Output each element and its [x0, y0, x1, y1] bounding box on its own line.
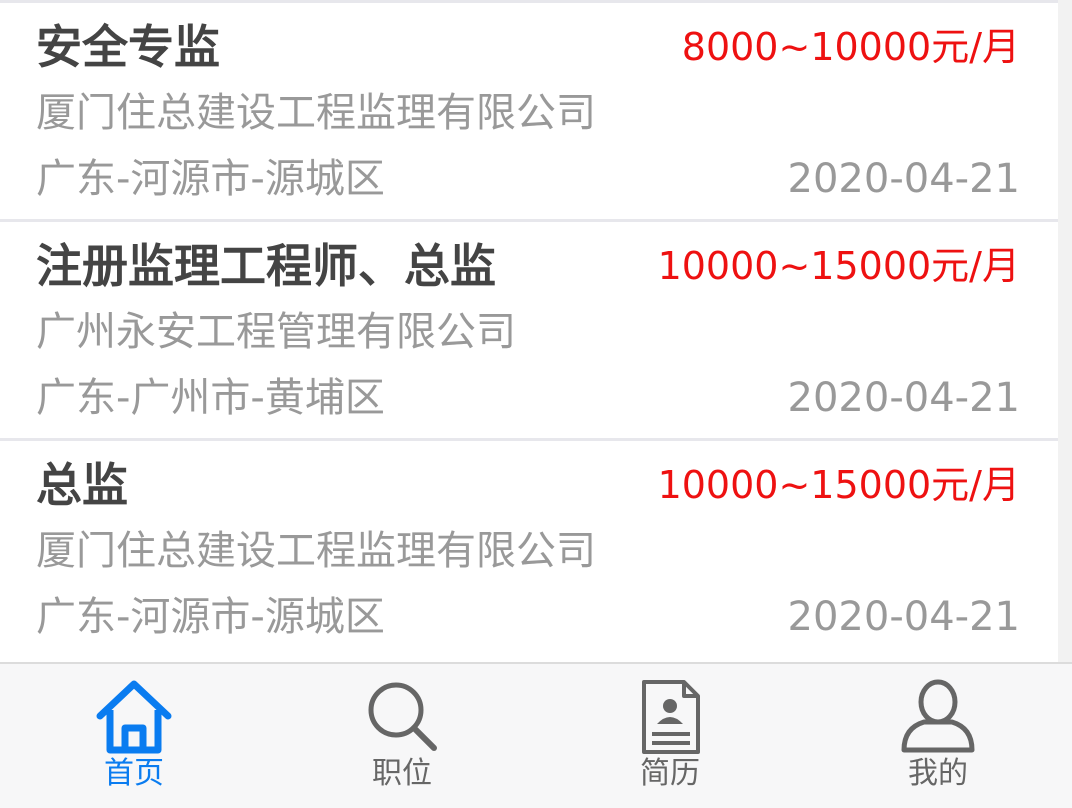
job-date: 2020-04-21 — [787, 156, 1020, 202]
bottom-tab-bar: 首页 职位 简历 我的 — [0, 662, 1072, 808]
job-card-3[interactable]: 总监 10000~15000元/月 厦门住总建设工程监理有限公司 广东-河源市-… — [0, 438, 1058, 654]
job-salary: 10000~15000元/月 — [657, 244, 1020, 288]
tab-home[interactable]: 首页 — [0, 664, 268, 808]
home-icon — [96, 680, 172, 754]
search-icon — [368, 682, 437, 751]
job-location: 广东-河源市-源城区 — [36, 156, 385, 202]
job-date: 2020-04-21 — [787, 375, 1020, 421]
job-title: 总监 — [36, 458, 128, 512]
tab-profile[interactable]: 我的 — [804, 664, 1072, 808]
tab-label: 简历 — [640, 756, 700, 791]
resume-icon — [642, 680, 700, 754]
job-title: 安全专监 — [36, 20, 220, 74]
job-salary: 10000~15000元/月 — [657, 463, 1020, 507]
tab-label: 我的 — [908, 756, 968, 791]
job-location: 广东-广州市-黄埔区 — [36, 375, 385, 421]
tab-resume[interactable]: 简历 — [536, 664, 804, 808]
job-date: 2020-04-21 — [787, 594, 1020, 640]
job-list[interactable]: 安全专监 8000~10000元/月 厦门住总建设工程监理有限公司 广东-河源市… — [0, 0, 1058, 662]
job-location: 广东-河源市-源城区 — [36, 594, 385, 640]
user-icon — [901, 679, 975, 753]
job-company: 广州永安工程管理有限公司 — [36, 309, 516, 355]
job-salary: 8000~10000元/月 — [681, 25, 1020, 69]
job-title: 注册监理工程师、总监 — [36, 239, 496, 293]
job-card-1[interactable]: 安全专监 8000~10000元/月 厦门住总建设工程监理有限公司 广东-河源市… — [0, 0, 1058, 216]
job-company: 厦门住总建设工程监理有限公司 — [36, 528, 596, 574]
job-company: 厦门住总建设工程监理有限公司 — [36, 90, 596, 136]
job-card-2[interactable]: 注册监理工程师、总监 10000~15000元/月 广州永安工程管理有限公司 广… — [0, 219, 1058, 435]
app-root: 安全专监 8000~10000元/月 厦门住总建设工程监理有限公司 广东-河源市… — [0, 0, 1072, 808]
tab-label: 职位 — [372, 756, 432, 791]
tab-label: 首页 — [104, 756, 164, 791]
scrollbar-track[interactable] — [1058, 0, 1072, 662]
tab-jobs[interactable]: 职位 — [268, 664, 536, 808]
